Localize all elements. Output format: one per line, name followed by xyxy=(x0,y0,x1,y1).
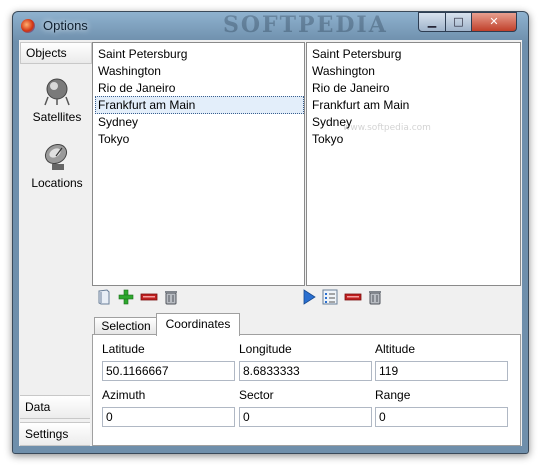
longitude-field[interactable]: 8.6833333 xyxy=(239,361,372,381)
nav-header-label: Objects xyxy=(26,46,67,60)
nav-header-objects[interactable]: Objects xyxy=(20,42,92,64)
softpedia-url-watermark: www.softpedia.com xyxy=(343,123,431,133)
altitude-field[interactable]: 119 xyxy=(375,361,508,381)
longitude-label: Longitude xyxy=(239,342,292,356)
azimuth-field[interactable]: 0 xyxy=(102,407,235,427)
window-client-area: Objects Satellites Locations Data Settin… xyxy=(19,40,522,446)
play-icon[interactable] xyxy=(300,288,318,306)
nav-item-label: Data xyxy=(25,400,51,414)
close-button[interactable]: ✕ xyxy=(471,12,517,32)
add-icon[interactable] xyxy=(117,288,135,306)
list-item[interactable]: Saint Petersburg xyxy=(310,46,403,62)
title-bar[interactable]: Options SOFTPEDIA ▁ □ ✕ xyxy=(13,12,528,40)
delete-icon[interactable] xyxy=(162,288,180,306)
list-item[interactable]: Rio de Janeiro xyxy=(310,80,391,96)
list-item[interactable]: Washington xyxy=(310,63,377,79)
range-field[interactable]: 0 xyxy=(375,407,508,427)
delete-icon[interactable] xyxy=(366,288,384,306)
nav-item-satellites[interactable]: Satellites xyxy=(25,76,89,124)
nav-item-locations[interactable]: Locations xyxy=(25,142,89,190)
azimuth-label: Azimuth xyxy=(102,388,146,402)
sector-field[interactable]: 0 xyxy=(239,407,372,427)
list-item[interactable]: Rio de Janeiro xyxy=(96,80,177,96)
locations-list[interactable]: Saint Petersburg Washington Rio de Janei… xyxy=(92,42,305,286)
book-icon[interactable] xyxy=(95,288,113,306)
window-title: Options xyxy=(43,18,88,33)
list-item[interactable]: Saint Petersburg xyxy=(96,46,189,62)
remove-icon[interactable] xyxy=(140,288,158,306)
minimize-button[interactable]: ▁ xyxy=(418,12,446,32)
detail-tabs: Selection Coordinates xyxy=(92,313,519,336)
sector-label: Sector xyxy=(239,388,274,402)
latitude-label: Latitude xyxy=(102,342,145,356)
list-item-selected[interactable]: Frankfurt am Main xyxy=(95,96,304,114)
nav-item-settings[interactable]: Settings xyxy=(20,422,90,446)
tab-coordinates[interactable]: Coordinates xyxy=(156,313,240,336)
maximize-button[interactable]: □ xyxy=(445,12,472,32)
nav-item-data[interactable]: Data xyxy=(20,395,90,419)
remove-icon[interactable] xyxy=(344,288,362,306)
coordinates-panel: Latitude 50.1166667 Longitude 8.6833333 … xyxy=(92,334,521,446)
altitude-label: Altitude xyxy=(375,342,416,356)
left-list-toolbar xyxy=(95,288,185,306)
category-nav: Objects Satellites Locations Data Settin… xyxy=(19,40,92,446)
tab-selection[interactable]: Selection xyxy=(94,317,158,335)
range-label: Range xyxy=(375,388,411,402)
right-list-toolbar xyxy=(300,288,390,306)
list-item[interactable]: Tokyo xyxy=(310,131,345,147)
softpedia-watermark: SOFTPEDIA xyxy=(223,12,388,38)
nav-item-label: Satellites xyxy=(32,110,82,124)
list-icon[interactable] xyxy=(321,288,339,306)
satellite-icon xyxy=(44,78,70,106)
list-item[interactable]: Frankfurt am Main xyxy=(310,97,411,113)
nav-item-label: Locations xyxy=(31,176,83,190)
selected-locations-list[interactable]: Saint Petersburg Washington Rio de Janei… xyxy=(306,42,521,286)
latitude-field[interactable]: 50.1166667 xyxy=(102,361,235,381)
nav-item-label: Settings xyxy=(25,427,69,441)
list-item[interactable]: Sydney xyxy=(96,114,140,130)
list-item[interactable]: Washington xyxy=(96,63,163,79)
app-globe-icon xyxy=(21,19,35,33)
options-window: Options SOFTPEDIA ▁ □ ✕ Objects Satellit… xyxy=(12,11,529,454)
list-item[interactable]: Tokyo xyxy=(96,131,131,147)
dish-icon xyxy=(44,143,68,170)
